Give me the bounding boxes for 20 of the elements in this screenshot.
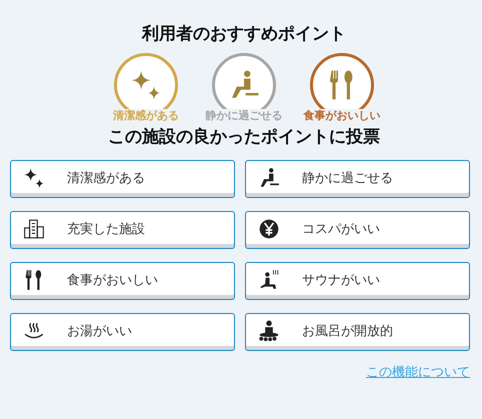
vote-button[interactable]: お湯がいい [10,313,235,351]
vote-button[interactable]: 静かに過ごせる [245,160,470,198]
bathing-person-icon [258,320,280,342]
reclining-person-icon [258,166,280,188]
vote-button[interactable]: 食事がおいしい [10,262,235,300]
badge-label: 静かに過ごせる [204,109,284,123]
sparkle-icon [23,166,45,188]
vote-button[interactable]: サウナがいい [245,262,470,300]
section-title: 利用者のおすすめポイント [140,23,347,45]
vote-button[interactable]: コスパがいい [245,211,470,249]
sauna-person-icon [258,268,280,290]
building-icon [23,218,45,240]
vote-heading: この施設の良かったポイントに投票 [107,126,381,148]
badge-label: 食事がおいしい [302,109,382,123]
vote-button[interactable]: 清潔感がある [10,160,235,198]
yen-icon [258,218,280,240]
vote-button[interactable]: 充実した施設 [10,211,235,249]
badge-label: 清潔感がある [112,109,180,123]
sparkle-icon [130,69,162,101]
vote-button[interactable]: お風呂が開放的 [245,313,470,351]
